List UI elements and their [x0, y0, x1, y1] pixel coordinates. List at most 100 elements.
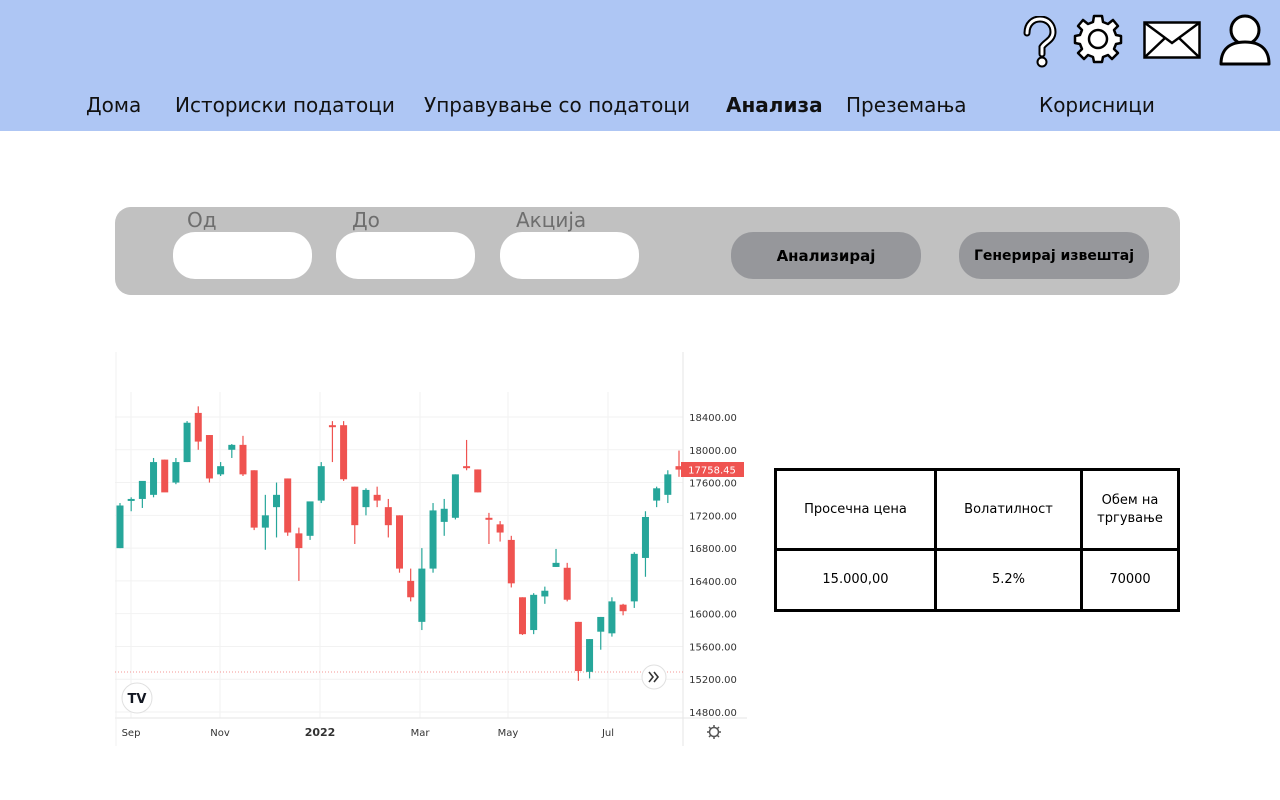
candle: [116, 503, 124, 549]
x-tick-label: 2022: [305, 726, 336, 739]
candle: [474, 469, 482, 493]
candle-body: [273, 494, 281, 508]
candle-body: [418, 568, 426, 622]
user-icon[interactable]: [1218, 13, 1272, 67]
avg-price-value: 15.000,00: [774, 548, 937, 612]
stats-table: Просечна цена Волатилност Обем на тргува…: [774, 468, 1180, 612]
candle-body: [619, 604, 627, 612]
stats-value-row: 15.000,00 5.2% 70000: [774, 548, 1180, 612]
candle-body: [250, 470, 258, 528]
candle: [205, 435, 213, 483]
candle: [150, 457, 158, 498]
candle-body: [295, 533, 303, 549]
candle-body: [317, 466, 325, 501]
volatility-header: Волатилност: [934, 468, 1083, 551]
candle-body: [183, 422, 191, 463]
candle: [317, 462, 325, 504]
nav-item-users[interactable]: Корисници: [1039, 93, 1155, 117]
nav-item-data-management[interactable]: Управување со податоци: [424, 93, 690, 117]
candle-body: [373, 494, 381, 501]
to-date-input[interactable]: [336, 232, 475, 279]
volatility-value: 5.2%: [934, 548, 1083, 612]
last-price-label: 17758.45: [688, 466, 736, 477]
candle-body: [653, 488, 661, 501]
candle-body: [407, 580, 415, 598]
candle-body: [563, 567, 571, 600]
trading-volume-header: Обем на тргување: [1080, 468, 1180, 551]
candle-body: [440, 508, 448, 522]
candle: [161, 459, 169, 493]
candle: [563, 562, 571, 602]
candle-body: [384, 507, 392, 526]
y-tick-label: 14800.00: [689, 708, 737, 719]
y-tick-label: 17600.00: [689, 479, 737, 490]
candle-body: [429, 510, 437, 569]
candle-body: [127, 498, 135, 501]
y-tick-label: 18400.00: [689, 413, 737, 424]
mail-icon[interactable]: [1143, 21, 1201, 59]
candle-body: [597, 616, 605, 632]
candle-body: [530, 594, 538, 631]
candle-body: [630, 553, 638, 602]
candle-body: [608, 601, 616, 634]
stock-label: Акција: [516, 208, 587, 232]
candle-body: [328, 425, 336, 428]
candle-body: [261, 515, 269, 528]
x-tick-label: May: [498, 728, 519, 739]
y-tick-label: 16400.00: [689, 577, 737, 588]
y-tick-label: 15600.00: [689, 642, 737, 653]
candle: [306, 501, 314, 540]
analyze-button[interactable]: Анализирај: [731, 232, 921, 279]
svg-text:TV: TV: [128, 692, 147, 707]
avg-price-header: Просечна цена: [774, 468, 937, 551]
y-tick-label: 16000.00: [689, 610, 737, 621]
stats-header-row: Просечна цена Волатилност Обем на тргува…: [774, 468, 1180, 551]
candle: [429, 503, 437, 573]
candle-body: [194, 412, 202, 442]
generate-report-button[interactable]: Генерирај извештај: [959, 232, 1149, 279]
candle-body: [586, 639, 594, 672]
y-tick-label: 17200.00: [689, 511, 737, 522]
x-tick-label: Jul: [601, 728, 614, 739]
candle-body: [284, 478, 292, 533]
x-tick-label: Mar: [411, 728, 431, 739]
x-tick-label: Sep: [122, 728, 141, 739]
nav-item-home[interactable]: Дома: [86, 93, 141, 117]
candle-body: [463, 466, 471, 469]
trading-volume-value: 70000: [1080, 548, 1180, 612]
candle-body: [507, 539, 515, 584]
candle-body: [138, 480, 146, 499]
candle-body: [340, 425, 348, 480]
help-icon[interactable]: [1020, 16, 1058, 68]
nav-item-analysis[interactable]: Анализа: [726, 93, 823, 117]
y-tick-label: 18000.00: [689, 446, 737, 457]
scroll-forward-icon[interactable]: [641, 664, 667, 690]
y-tick-label: 15200.00: [689, 675, 737, 686]
gear-icon[interactable]: [1073, 14, 1123, 64]
from-date-input[interactable]: [173, 232, 312, 279]
candle-body: [541, 590, 549, 597]
candle-body: [664, 474, 672, 495]
candle-body: [172, 462, 180, 483]
candle-body: [150, 462, 158, 495]
candle-body: [396, 515, 403, 569]
nav-item-historical-data[interactable]: Историски податоци: [175, 93, 395, 117]
candle: [451, 474, 459, 520]
candle: [630, 552, 638, 608]
candle-body: [496, 524, 504, 533]
y-tick-label: 16800.00: [689, 544, 737, 555]
candle: [530, 593, 538, 635]
candle-body: [362, 489, 370, 508]
candle: [608, 597, 616, 637]
candle-body: [485, 517, 493, 520]
x-tick-label: Nov: [210, 728, 230, 739]
stock-input[interactable]: [500, 232, 639, 279]
candle-body: [474, 469, 482, 493]
candle-body: [161, 459, 169, 493]
nav-item-downloads[interactable]: Преземања: [846, 93, 967, 117]
from-date-label: Од: [187, 208, 217, 232]
candle-body: [228, 444, 236, 450]
candle-body: [351, 486, 359, 526]
candle-body: [239, 444, 247, 475]
candle-body: [518, 597, 526, 635]
